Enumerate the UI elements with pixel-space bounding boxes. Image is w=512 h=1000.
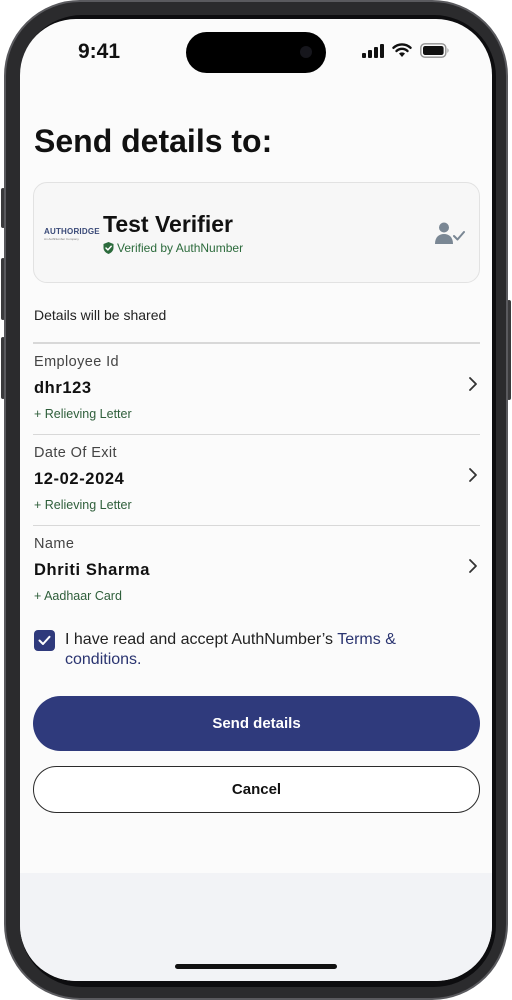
status-time: 9:41 — [78, 40, 121, 63]
camera-icon — [300, 46, 312, 58]
phone-screen: 9:41 Send details to: AUTHORIDGE An Auth… — [20, 19, 492, 981]
shared-label: Details will be shared — [34, 307, 167, 323]
verifier-name: Test Verifier — [103, 211, 233, 237]
field-label: Employee Id — [34, 354, 119, 370]
dynamic-island — [186, 32, 326, 73]
verifier-card: AUTHORIDGE An AuthNumber Company Test Ve… — [33, 182, 480, 283]
shared-fields-list: Employee Id dhr123 + Relieving Letter Da… — [33, 342, 480, 616]
verified-row: Verified by AuthNumber — [103, 241, 243, 255]
battery-icon — [420, 43, 449, 58]
page-title: Send details to: — [34, 123, 273, 159]
logo-text: AUTHORIDGE — [44, 227, 100, 236]
verified-badge-icon — [103, 242, 114, 254]
status-icons — [362, 43, 450, 58]
field-source: + Aadhaar Card — [34, 589, 122, 603]
verified-text: Verified by AuthNumber — [117, 241, 244, 255]
field-row-employee-id[interactable]: Employee Id dhr123 + Relieving Letter — [33, 343, 480, 434]
consent-text: I have read and accept AuthNumber’s Term… — [65, 630, 475, 670]
field-label: Date Of Exit — [34, 445, 117, 461]
cellular-signal-icon — [362, 43, 384, 58]
consent-prefix: I have read and accept AuthNumber’s — [65, 631, 338, 648]
field-row-date-of-exit[interactable]: Date Of Exit 12-02-2024 + Relieving Lett… — [33, 434, 480, 525]
home-indicator[interactable] — [175, 964, 337, 969]
terms-checkbox[interactable] — [34, 630, 55, 651]
cancel-button[interactable]: Cancel — [33, 766, 480, 813]
field-row-name[interactable]: Name Dhriti Sharma + Aadhaar Card — [33, 525, 480, 616]
field-label: Name — [34, 536, 75, 552]
chevron-right-icon[interactable] — [468, 376, 478, 392]
chevron-right-icon[interactable] — [468, 467, 478, 483]
field-source: + Relieving Letter — [34, 498, 132, 512]
field-value: dhr123 — [34, 379, 92, 397]
logo-subtext: An AuthNumber Company — [44, 237, 79, 241]
chevron-right-icon[interactable] — [468, 558, 478, 574]
user-verified-icon — [435, 222, 465, 244]
field-source: + Relieving Letter — [34, 407, 132, 421]
verifier-logo: AUTHORIDGE An AuthNumber Company — [44, 227, 100, 241]
field-value: 12-02-2024 — [34, 470, 125, 488]
field-value: Dhriti Sharma — [34, 561, 150, 579]
checkmark-icon — [38, 635, 51, 645]
send-details-button[interactable]: Send details — [33, 696, 480, 751]
wifi-icon — [392, 43, 412, 57]
